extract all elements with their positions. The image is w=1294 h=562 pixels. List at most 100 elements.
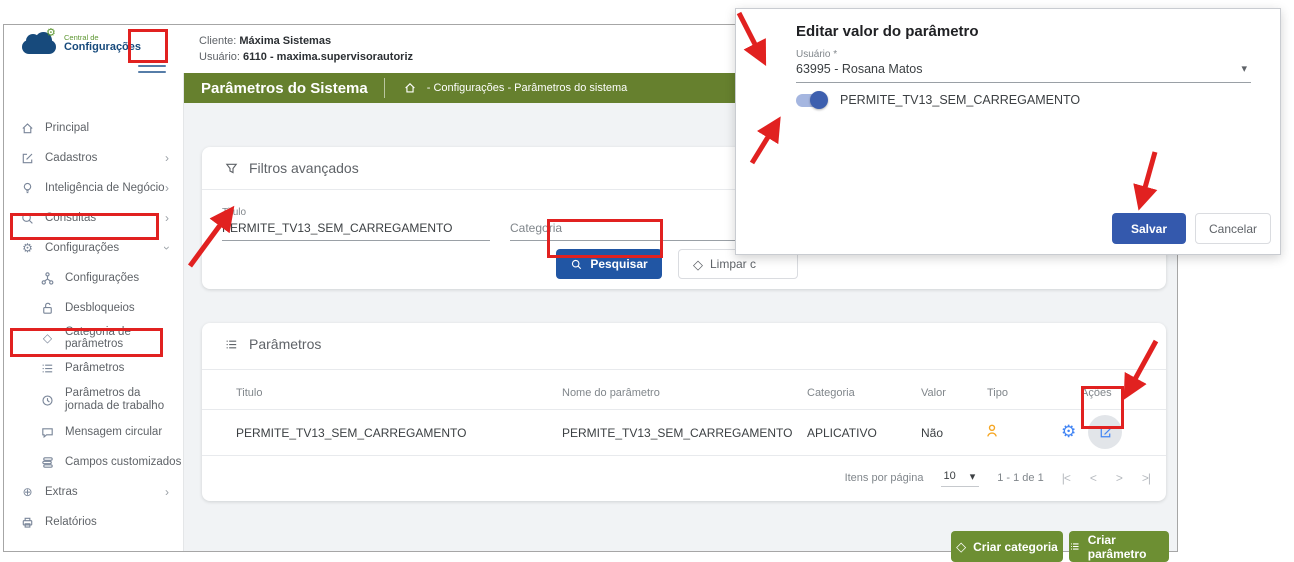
sidebar-item-cadastros[interactable]: Cadastros › [4, 143, 183, 173]
sidebar-item-parametros[interactable]: Parâmetros [4, 353, 183, 383]
sidebar-item-configuracoes[interactable]: ⚙ Configurações › [4, 233, 183, 263]
sidebar-item-extras[interactable]: ⊕ Extras › [4, 477, 183, 507]
salvar-label: Salvar [1130, 221, 1168, 236]
user-type-icon [984, 423, 1000, 442]
user-label: Usuário: [199, 51, 240, 63]
chevron-right-icon: › [165, 181, 169, 195]
filters-title: Filtros avançados [249, 160, 359, 176]
tag-icon: ◇ [956, 539, 967, 554]
lightbulb-icon [20, 181, 35, 196]
sidebar-label: Parâmetros [65, 362, 125, 374]
list-icon [226, 340, 237, 348]
pesquisar-label: Pesquisar [590, 257, 648, 271]
chevron-right-icon: › [165, 151, 169, 165]
sidebar-item-principal[interactable]: Principal [4, 113, 183, 143]
pesquisar-button[interactable]: Pesquisar [556, 249, 662, 279]
sidebar-item-parametros-jornada[interactable]: Parâmetros da jornada de trabalho [4, 383, 183, 417]
cell-valor: Não [921, 426, 944, 440]
sidebar-item-mensagem-circular[interactable]: Mensagem circular [4, 417, 183, 447]
sidebar-item-inteligencia[interactable]: Inteligência de Negócio › [4, 173, 183, 203]
usuario-select[interactable]: 63995 - Rosana Matos ▾ [796, 62, 1251, 83]
message-icon [40, 425, 55, 440]
user-value: 6110 - maxima.supervisorautoriz [243, 51, 413, 63]
usuario-label: Usuário * [796, 49, 838, 60]
parameters-title: Parâmetros [249, 336, 322, 352]
parameter-toggle[interactable] [796, 91, 828, 109]
first-page-button[interactable]: |< [1062, 471, 1071, 485]
sidebar-label: Desbloqueios [65, 302, 135, 314]
criar-categoria-label: Criar categoria [973, 539, 1058, 554]
search-icon [20, 211, 35, 226]
sidebar-label: Principal [45, 122, 90, 134]
printer-icon [20, 515, 35, 530]
titulo-label: Titulo [222, 207, 247, 218]
home-icon [20, 121, 35, 136]
breadcrumb: - Configurações - Parâmetros do sistema [426, 82, 628, 94]
plus-circle-icon: ⊕ [22, 485, 33, 499]
next-page-button[interactable]: > [1116, 471, 1123, 485]
sidebar-label: Cadastros [45, 152, 98, 164]
page-title: Parâmetros do Sistema [201, 79, 368, 97]
col-nome: Nome do parâmetro [562, 387, 660, 399]
chevron-right-icon: › [165, 485, 169, 499]
configure-action-icon[interactable]: ⚙ [1061, 423, 1076, 440]
sidebar-item-categoria-parametros[interactable]: ◇ Categoria de parâmetros [4, 323, 183, 353]
pagination: Itens por página 10 ▾ 1 - 1 de 1 |< < > … [202, 465, 1166, 491]
sidebar-label: Campos customizados [65, 456, 182, 468]
last-page-button[interactable]: >| [1142, 471, 1151, 485]
edit-action-icon[interactable] [1088, 415, 1122, 449]
cell-categoria: APLICATIVO [807, 426, 877, 440]
sidebar-label: Categoria de parâmetros [65, 326, 131, 350]
funnel-icon [225, 163, 238, 173]
search-icon [572, 259, 582, 269]
caret-down-icon: ▾ [969, 470, 976, 483]
salvar-button[interactable]: Salvar [1112, 213, 1186, 244]
sidebar: Principal Cadastros › Inteligência de Ne… [4, 73, 184, 551]
cancelar-label: Cancelar [1208, 221, 1258, 236]
sidebar-label: Consultas [45, 212, 97, 224]
items-per-page-label: Itens por página [844, 472, 924, 484]
limpar-label: Limpar c [710, 257, 757, 271]
sidebar-item-desbloqueios[interactable]: Desbloqueios [4, 293, 183, 323]
sidebar-item-consultas[interactable]: Consultas › [4, 203, 183, 233]
chevron-right-icon: › [165, 211, 169, 225]
col-valor: Valor [921, 387, 946, 399]
session-info: Cliente: Máxima Sistemas Usuário: 6110 -… [199, 33, 413, 65]
layers-icon [40, 455, 55, 470]
dialog-title: Editar valor do parâmetro [796, 23, 979, 40]
titulo-input[interactable]: PERMITE_TV13_SEM_CARREGAMENTO [222, 221, 490, 241]
list-icon [1071, 543, 1079, 550]
logo-gear-icon: ⚙ [46, 27, 56, 39]
cancelar-button[interactable]: Cancelar [1195, 213, 1271, 244]
cell-titulo: PERMITE_TV13_SEM_CARREGAMENTO [236, 426, 467, 440]
breadcrumb-home-icon[interactable] [403, 79, 417, 97]
parameters-card: Parâmetros Titulo Nome do parâmetro Cate… [202, 323, 1166, 501]
sidebar-label: Configurações [65, 272, 140, 284]
cell-nome: PERMITE_TV13_SEM_CARREGAMENTO [562, 426, 793, 440]
gear-icon: ⚙ [22, 241, 33, 255]
col-acoes: Ações [1081, 387, 1112, 399]
client-value: Máxima Sistemas [239, 35, 332, 47]
sidebar-item-campos-customizados[interactable]: Campos customizados [4, 447, 183, 477]
page-size-select[interactable]: 10 ▾ [941, 470, 980, 487]
sidebar-label: Parâmetros da jornada de trabalho [65, 386, 165, 412]
tag-icon: ◇ [42, 331, 53, 345]
sidebar-item-configuracoes-sub[interactable]: Configurações [4, 263, 183, 293]
cloud-logo-icon: ⚙ [20, 28, 58, 56]
col-titulo: Titulo [236, 387, 263, 399]
titulo-field[interactable]: Titulo PERMITE_TV13_SEM_CARREGAMENTO [222, 207, 490, 241]
criar-parametro-button[interactable]: Criar parâmetro [1069, 531, 1169, 562]
client-label: Cliente: [199, 35, 237, 47]
sidebar-item-relatorios[interactable]: Relatórios [4, 507, 183, 537]
toggle-label: PERMITE_TV13_SEM_CARREGAMENTO [840, 93, 1081, 107]
col-categoria: Categoria [807, 387, 855, 399]
sidebar-label: Configurações [45, 242, 120, 254]
chevron-down-icon: › [160, 246, 174, 250]
usuario-value: 63995 - Rosana Matos [796, 62, 923, 76]
criar-categoria-button[interactable]: ◇ Criar categoria [951, 531, 1063, 562]
diamond-icon: ◇ [693, 256, 703, 272]
prev-page-button[interactable]: < [1090, 471, 1097, 485]
sidebar-label: Mensagem circular [65, 426, 163, 438]
criar-parametro-label: Criar parâmetro [1087, 532, 1147, 561]
pagination-range: 1 - 1 de 1 [997, 472, 1044, 484]
